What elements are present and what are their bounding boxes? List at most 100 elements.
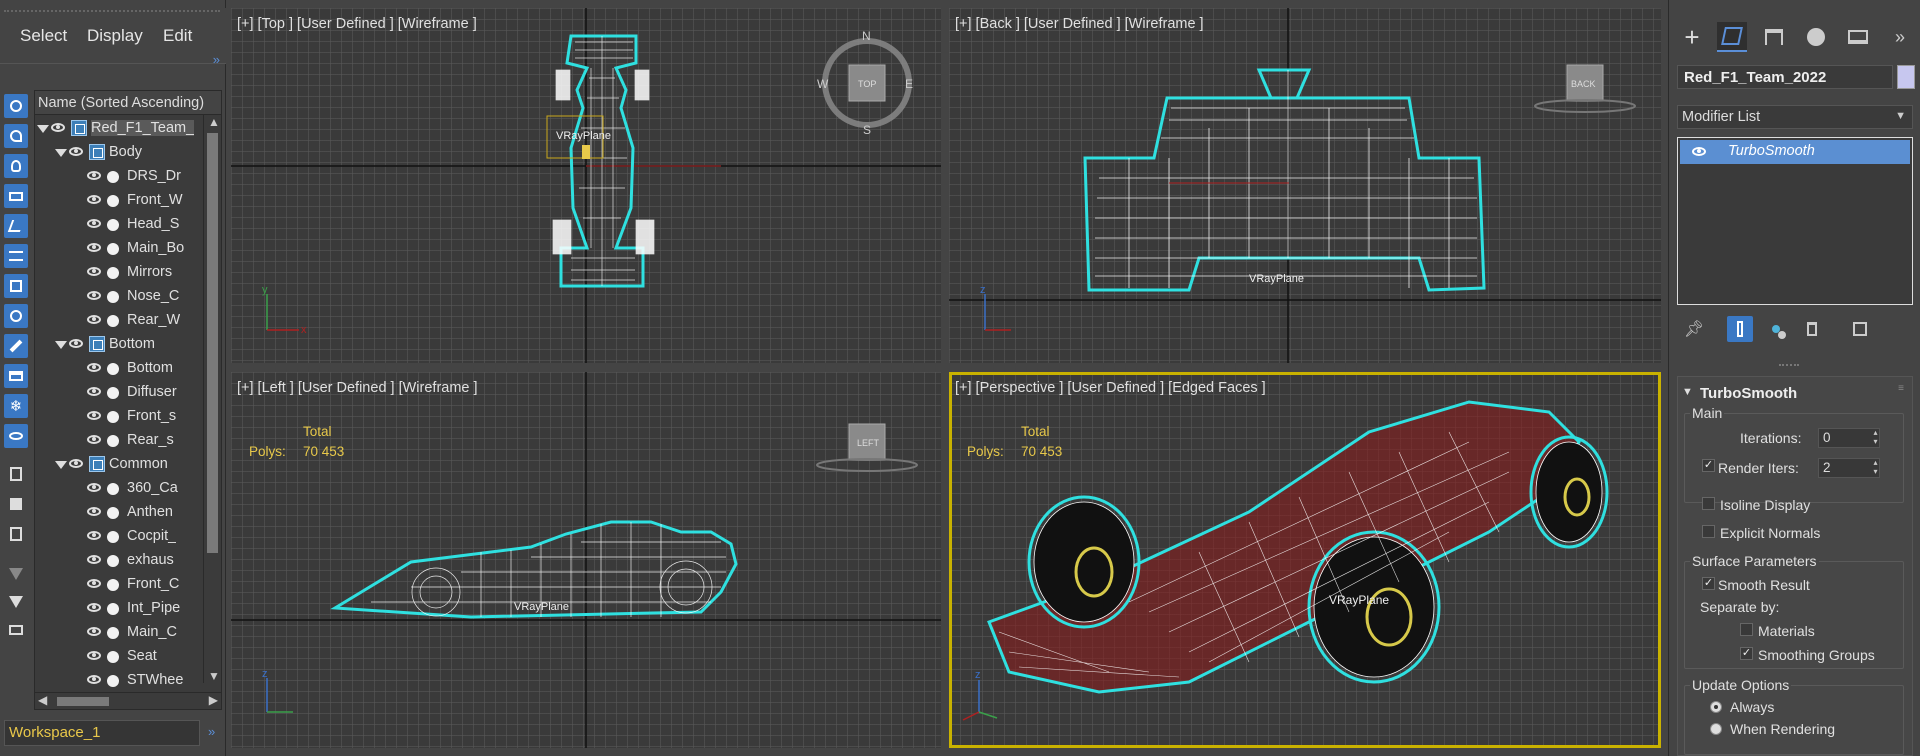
bone-filter-icon[interactable] (4, 334, 28, 358)
update-when-rendering-radio[interactable] (1710, 723, 1722, 735)
spacewarp-filter-icon[interactable] (4, 244, 28, 268)
modifier-visibility-eye-icon[interactable] (1692, 147, 1706, 156)
hierarchy-tab-icon[interactable] (1759, 22, 1789, 52)
object-color-swatch[interactable] (1897, 65, 1915, 89)
visibility-eye-icon[interactable] (87, 411, 101, 420)
tree-row[interactable]: Rear_s (35, 429, 221, 453)
tree-column-header[interactable]: Name (Sorted Ascending) (35, 91, 221, 115)
viewport-left-label[interactable]: [+] [Left ] [User Defined ] [Wireframe ] (237, 380, 478, 396)
tree-vertical-scrollbar[interactable]: ▲ ▼ (203, 115, 221, 683)
modifier-list-dropdown[interactable]: Modifier List ▼ (1677, 105, 1913, 129)
visibility-eye-icon[interactable] (87, 435, 101, 444)
rollout-collapse-icon[interactable]: ▼ (1682, 386, 1693, 398)
tree-hscroll-thumb[interactable] (57, 697, 109, 706)
create-tab-icon[interactable]: + (1677, 22, 1707, 52)
expand-triangle-icon[interactable] (55, 461, 67, 469)
workspace-selector[interactable]: Workspace_1 (4, 720, 200, 746)
menu-select[interactable]: Select (20, 26, 67, 46)
tree-row[interactable]: Diffuser (35, 381, 221, 405)
tree-row[interactable]: Mirrors (35, 261, 221, 285)
viewport-left[interactable]: VRayPlane z LEFT [+] [Left ] [User Defin… (231, 372, 941, 748)
tree-row[interactable]: Main_C (35, 621, 221, 645)
tree-row[interactable]: Rear_W (35, 309, 221, 333)
tree-row[interactable]: Front_W (35, 189, 221, 213)
explicit-normals-checkbox[interactable] (1702, 525, 1715, 538)
motion-tab-icon[interactable] (1801, 22, 1831, 52)
modifier-stack-item-turbosmooth[interactable]: TurboSmooth (1680, 140, 1910, 164)
visibility-eye-icon[interactable] (87, 195, 101, 204)
tree-row[interactable]: Head_S (35, 213, 221, 237)
tree-row[interactable]: Seat (35, 645, 221, 669)
visibility-eye-icon[interactable] (87, 243, 101, 252)
render-iters-spinner[interactable]: 2 (1818, 458, 1880, 478)
tree-group-row[interactable]: Bottom (35, 333, 221, 357)
smoothing-groups-checkbox[interactable]: ✓ (1740, 647, 1753, 660)
render-iters-checkbox[interactable]: ✓ (1702, 459, 1715, 472)
tree-row[interactable]: Front_s (35, 405, 221, 429)
rollout-title[interactable]: TurboSmooth (1700, 385, 1797, 402)
tree-row[interactable]: Cocpit_ (35, 525, 221, 549)
visibility-eye-icon[interactable] (69, 339, 83, 348)
tree-row[interactable]: Int_Pipe (35, 597, 221, 621)
scroll-down-icon[interactable]: ▼ (208, 669, 220, 683)
visibility-eye-icon[interactable] (87, 675, 101, 684)
expand-workspace-icon[interactable]: » (208, 724, 215, 739)
visibility-eye-icon[interactable] (87, 171, 101, 180)
light-filter-icon[interactable] (4, 154, 28, 178)
tree-row[interactable]: Bottom (35, 357, 221, 381)
expand-menu-icon[interactable]: » (213, 52, 220, 67)
scroll-left-icon[interactable]: ◀ (38, 693, 47, 707)
list-view-icon[interactable] (4, 462, 28, 486)
visibility-eye-icon[interactable] (87, 387, 101, 396)
visibility-eye-icon[interactable] (87, 627, 101, 636)
iterations-spinner[interactable]: 0 (1818, 428, 1880, 448)
configure-modifier-sets-icon[interactable] (1847, 316, 1873, 342)
tree-row[interactable]: exhaus (35, 549, 221, 573)
pin-stack-icon[interactable]: 📌︎ (1681, 316, 1707, 342)
visibility-eye-icon[interactable] (87, 579, 101, 588)
utilities-more-icon[interactable]: » (1885, 22, 1915, 52)
hidden-filter-icon[interactable] (4, 424, 28, 448)
remove-modifier-icon[interactable] (1799, 316, 1825, 342)
visibility-eye-icon[interactable] (87, 651, 101, 660)
display-children-icon[interactable] (4, 492, 28, 516)
visibility-eye-icon[interactable] (87, 267, 101, 276)
drag-handle[interactable] (4, 10, 220, 12)
group-filter-icon[interactable] (4, 274, 28, 298)
rollout-options-icon[interactable]: ≡ (1898, 383, 1904, 394)
container-filter-icon[interactable] (4, 364, 28, 388)
shape-filter-icon[interactable] (4, 124, 28, 148)
panel-divider-handle[interactable] (1779, 364, 1799, 366)
visibility-eye-icon[interactable] (87, 603, 101, 612)
smooth-result-checkbox[interactable]: ✓ (1702, 577, 1715, 590)
visibility-eye-icon[interactable] (87, 363, 101, 372)
tree-group-row[interactable]: Red_F1_Team_ (35, 117, 221, 141)
frozen-filter-icon[interactable]: ❄ (4, 394, 28, 418)
expand-triangle-icon[interactable] (37, 125, 49, 133)
viewport-back[interactable]: VRayPlane z BACK [+] [Back ] [User Defin… (949, 8, 1661, 363)
viewport-perspective-label[interactable]: [+] [Perspective ] [User Defined ] [Edge… (955, 380, 1266, 396)
update-always-radio[interactable] (1710, 701, 1722, 713)
filter-active-icon[interactable] (4, 590, 28, 614)
expand-triangle-icon[interactable] (55, 149, 67, 157)
materials-checkbox[interactable] (1740, 623, 1753, 636)
selection-set-icon[interactable] (4, 618, 28, 642)
tree-row[interactable]: Front_C (35, 573, 221, 597)
isoline-display-checkbox[interactable] (1702, 497, 1715, 510)
make-unique-icon[interactable] (1763, 316, 1789, 342)
helper-filter-icon[interactable] (4, 214, 28, 238)
tree-scroll-thumb[interactable] (207, 133, 218, 553)
viewport-top-label[interactable]: [+] [Top ] [User Defined ] [Wireframe ] (237, 16, 477, 32)
visibility-eye-icon[interactable] (87, 315, 101, 324)
xref-filter-icon[interactable] (4, 304, 28, 328)
visibility-eye-icon[interactable] (69, 147, 83, 156)
tree-group-row[interactable]: Body (35, 141, 221, 165)
menu-display[interactable]: Display (87, 26, 143, 46)
tree-row[interactable]: Anthen (35, 501, 221, 525)
visibility-eye-icon[interactable] (51, 123, 65, 132)
tree-group-row[interactable]: Common (35, 453, 221, 477)
viewport-back-label[interactable]: [+] [Back ] [User Defined ] [Wireframe ] (955, 16, 1204, 32)
visibility-eye-icon[interactable] (87, 291, 101, 300)
visibility-eye-icon[interactable] (87, 507, 101, 516)
visibility-eye-icon[interactable] (87, 531, 101, 540)
